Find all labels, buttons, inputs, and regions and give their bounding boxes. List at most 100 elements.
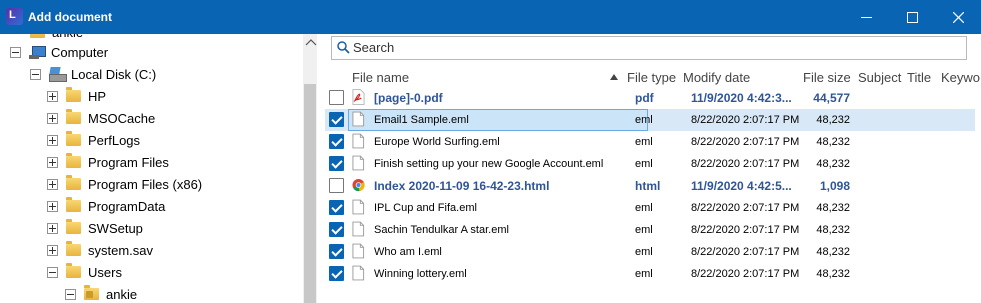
maximize-button[interactable] [889, 0, 935, 34]
folder-icon [66, 219, 81, 234]
tree-item-folder[interactable]: HP [47, 85, 106, 107]
file-size: 48,232 [816, 136, 850, 148]
app-logo-icon: L [6, 8, 23, 25]
file-size: 44,577 [813, 91, 850, 105]
folder-icon [66, 175, 81, 190]
file-name: [page]-0.pdf [374, 91, 443, 105]
file-checkbox[interactable] [329, 112, 344, 127]
file-size: 48,232 [816, 158, 850, 170]
collapse-icon[interactable] [65, 288, 76, 300]
file-row[interactable]: Finish setting up your new Google Accoun… [325, 153, 975, 175]
document-icon [352, 265, 365, 281]
file-checkbox[interactable] [329, 134, 344, 149]
expand-icon[interactable] [47, 112, 58, 124]
column-header-file-type[interactable]: File type [627, 68, 676, 88]
file-row[interactable]: [page]-0.pdf pdf 11/9/2020 4:42:3... 44,577 [325, 87, 975, 109]
file-name: Finish setting up your new Google Accoun… [374, 158, 604, 170]
file-checkbox[interactable] [329, 266, 344, 281]
tree-item-folder[interactable]: SWSetup [47, 217, 143, 239]
tree-item-folder[interactable]: Program Files (x86) [47, 173, 202, 195]
expand-icon[interactable] [47, 200, 58, 212]
expand-icon[interactable] [47, 222, 58, 234]
tree-item-computer[interactable]: Computer [10, 41, 108, 63]
column-header-modify-date[interactable]: Modify date [683, 68, 750, 88]
column-header-subject[interactable]: Subject [858, 68, 901, 88]
modify-date: 8/22/2020 2:07:17 PM [691, 224, 800, 236]
tree-item-folder[interactable]: Program Files [47, 151, 169, 173]
file-checkbox[interactable] [329, 200, 344, 215]
file-row[interactable]: Index 2020-11-09 16-42-23.html html 11/9/2… [325, 175, 975, 197]
column-header-file-name[interactable]: File name [352, 68, 409, 88]
tree-item-folder[interactable]: ProgramData [47, 195, 165, 217]
tree-scrollbar[interactable] [303, 34, 317, 303]
file-checkbox[interactable] [329, 178, 344, 193]
file-type: eml [635, 202, 653, 214]
tree-item-local-disk[interactable]: Local Disk (C:) [30, 63, 156, 85]
file-checkbox[interactable] [329, 244, 344, 259]
folder-icon [66, 131, 81, 146]
expand-icon[interactable] [47, 244, 58, 256]
file-size: 48,232 [816, 268, 850, 280]
file-row[interactable]: Europe World Surfing.eml eml 8/22/2020 2:0… [325, 131, 975, 153]
expand-icon[interactable] [47, 134, 58, 146]
file-type: eml [635, 224, 653, 236]
column-header-file-size[interactable]: File size [803, 68, 851, 88]
tree-item-users[interactable]: Users [47, 261, 122, 283]
search-input[interactable] [353, 39, 953, 55]
modify-date: 8/22/2020 2:07:17 PM [691, 114, 800, 126]
tree-item-folder[interactable]: PerfLogs [47, 129, 140, 151]
computer-icon [29, 45, 46, 59]
close-button[interactable] [935, 0, 981, 34]
collapse-icon[interactable] [30, 68, 41, 80]
maximize-icon [906, 11, 918, 23]
folder-icon [66, 153, 81, 168]
file-checkbox[interactable] [329, 222, 344, 237]
tree-item-folder[interactable]: system.sav [47, 239, 153, 261]
file-type: pdf [635, 91, 654, 105]
column-header-keywords[interactable]: Keywo [941, 68, 980, 88]
chrome-icon [352, 178, 365, 192]
file-name: IPL Cup and Fifa.eml [374, 202, 477, 214]
file-row[interactable]: Sachin Tendulkar A star.eml eml 8/22/2020 … [325, 219, 975, 241]
tree-item-folder[interactable]: MSOCache [47, 107, 155, 129]
file-type: eml [635, 246, 653, 258]
modify-date: 8/22/2020 2:07:17 PM [691, 202, 800, 214]
modify-date: 8/22/2020 2:07:17 PM [691, 246, 800, 258]
window-title: Add document [28, 10, 112, 24]
file-row[interactable]: Who am I.eml eml 8/22/2020 2:07:17 PM 48,23… [325, 241, 975, 263]
document-icon [352, 199, 365, 215]
scrollbar-thumb[interactable] [304, 84, 316, 303]
document-icon [352, 155, 365, 171]
search-box[interactable] [331, 36, 967, 60]
expand-icon[interactable] [47, 90, 58, 102]
collapse-icon[interactable] [47, 266, 58, 278]
file-name: Sachin Tendulkar A star.eml [374, 224, 509, 236]
file-row[interactable]: Winning lottery.eml eml 8/22/2020 2:07:17 … [325, 263, 975, 285]
document-icon [352, 111, 365, 127]
document-icon [352, 243, 365, 259]
expand-icon[interactable] [47, 156, 58, 168]
folder-tree[interactable]: ankie Computer Local Disk (C:) HP MSOCac… [0, 34, 303, 303]
file-row[interactable]: IPL Cup and Fifa.eml eml 8/22/2020 2:07:17… [325, 197, 975, 219]
file-size: 48,232 [816, 246, 850, 258]
file-size: 1,098 [819, 179, 850, 193]
document-icon [352, 133, 365, 149]
collapse-icon[interactable] [10, 46, 21, 58]
sort-ascending-icon [610, 74, 618, 80]
folder-icon [66, 241, 81, 256]
file-checkbox[interactable] [329, 90, 344, 105]
file-type: html [635, 179, 661, 193]
column-header-title[interactable]: Title [907, 68, 931, 88]
minimize-icon [860, 16, 872, 18]
folder-icon [66, 263, 81, 278]
file-row[interactable]: Email1 Sample.eml eml 8/22/2020 2:07:17 PM… [325, 109, 975, 131]
folder-icon [30, 34, 45, 38]
tree-item-user[interactable]: ankie [65, 283, 137, 303]
chevron-up-icon[interactable] [305, 38, 317, 46]
file-name: Index 2020-11-09 16-42-23.html [374, 179, 550, 193]
expand-icon[interactable] [47, 178, 58, 190]
folder-icon [66, 87, 81, 102]
file-checkbox[interactable] [329, 156, 344, 171]
minimize-button[interactable] [843, 0, 889, 34]
locked-folder-icon [84, 285, 99, 300]
